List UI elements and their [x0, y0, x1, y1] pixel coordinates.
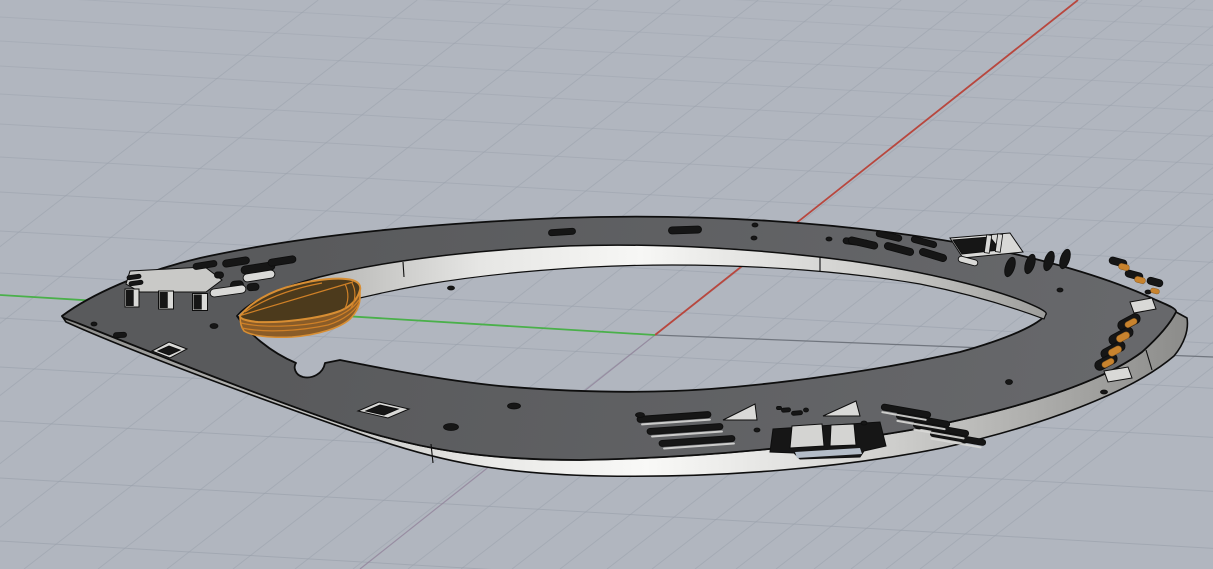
screw-hole[interactable]: [1101, 390, 1108, 394]
slot-cutout[interactable]: [777, 407, 782, 410]
screw-hole[interactable]: [210, 324, 218, 329]
screw-hole[interactable]: [754, 428, 760, 432]
slot-cutout[interactable]: [247, 283, 260, 291]
square-cutout-shadow: [126, 290, 134, 306]
screw-hole[interactable]: [861, 421, 867, 425]
slot-cutout[interactable]: [781, 408, 790, 413]
pocket-floor[interactable]: [126, 267, 222, 292]
screw-hole[interactable]: [1057, 288, 1063, 292]
cad-viewport[interactable]: [0, 0, 1213, 569]
slot-cutout[interactable]: [668, 226, 701, 234]
screw-hole[interactable]: [1145, 290, 1151, 294]
slot-cutout[interactable]: [215, 272, 224, 278]
screw-hole[interactable]: [752, 223, 758, 227]
screw-hole[interactable]: [636, 413, 645, 418]
screw-hole[interactable]: [1006, 380, 1013, 385]
viewport-canvas[interactable]: [0, 0, 1213, 569]
screw-hole[interactable]: [804, 408, 809, 412]
screw-hole[interactable]: [508, 403, 521, 409]
screw-hole[interactable]: [448, 286, 455, 290]
square-cutout-shadow: [194, 295, 202, 310]
slot-cutout[interactable]: [113, 332, 126, 338]
screw-hole[interactable]: [751, 236, 757, 240]
slot-cutout[interactable]: [791, 411, 802, 416]
screw-hole[interactable]: [444, 424, 459, 431]
slot-cutout[interactable]: [548, 228, 575, 236]
square-cutout-shadow: [160, 292, 168, 308]
pocket-floor[interactable]: [830, 424, 856, 446]
screw-hole[interactable]: [826, 237, 832, 241]
screw-hole[interactable]: [91, 322, 97, 326]
pocket-floor[interactable]: [790, 424, 824, 448]
